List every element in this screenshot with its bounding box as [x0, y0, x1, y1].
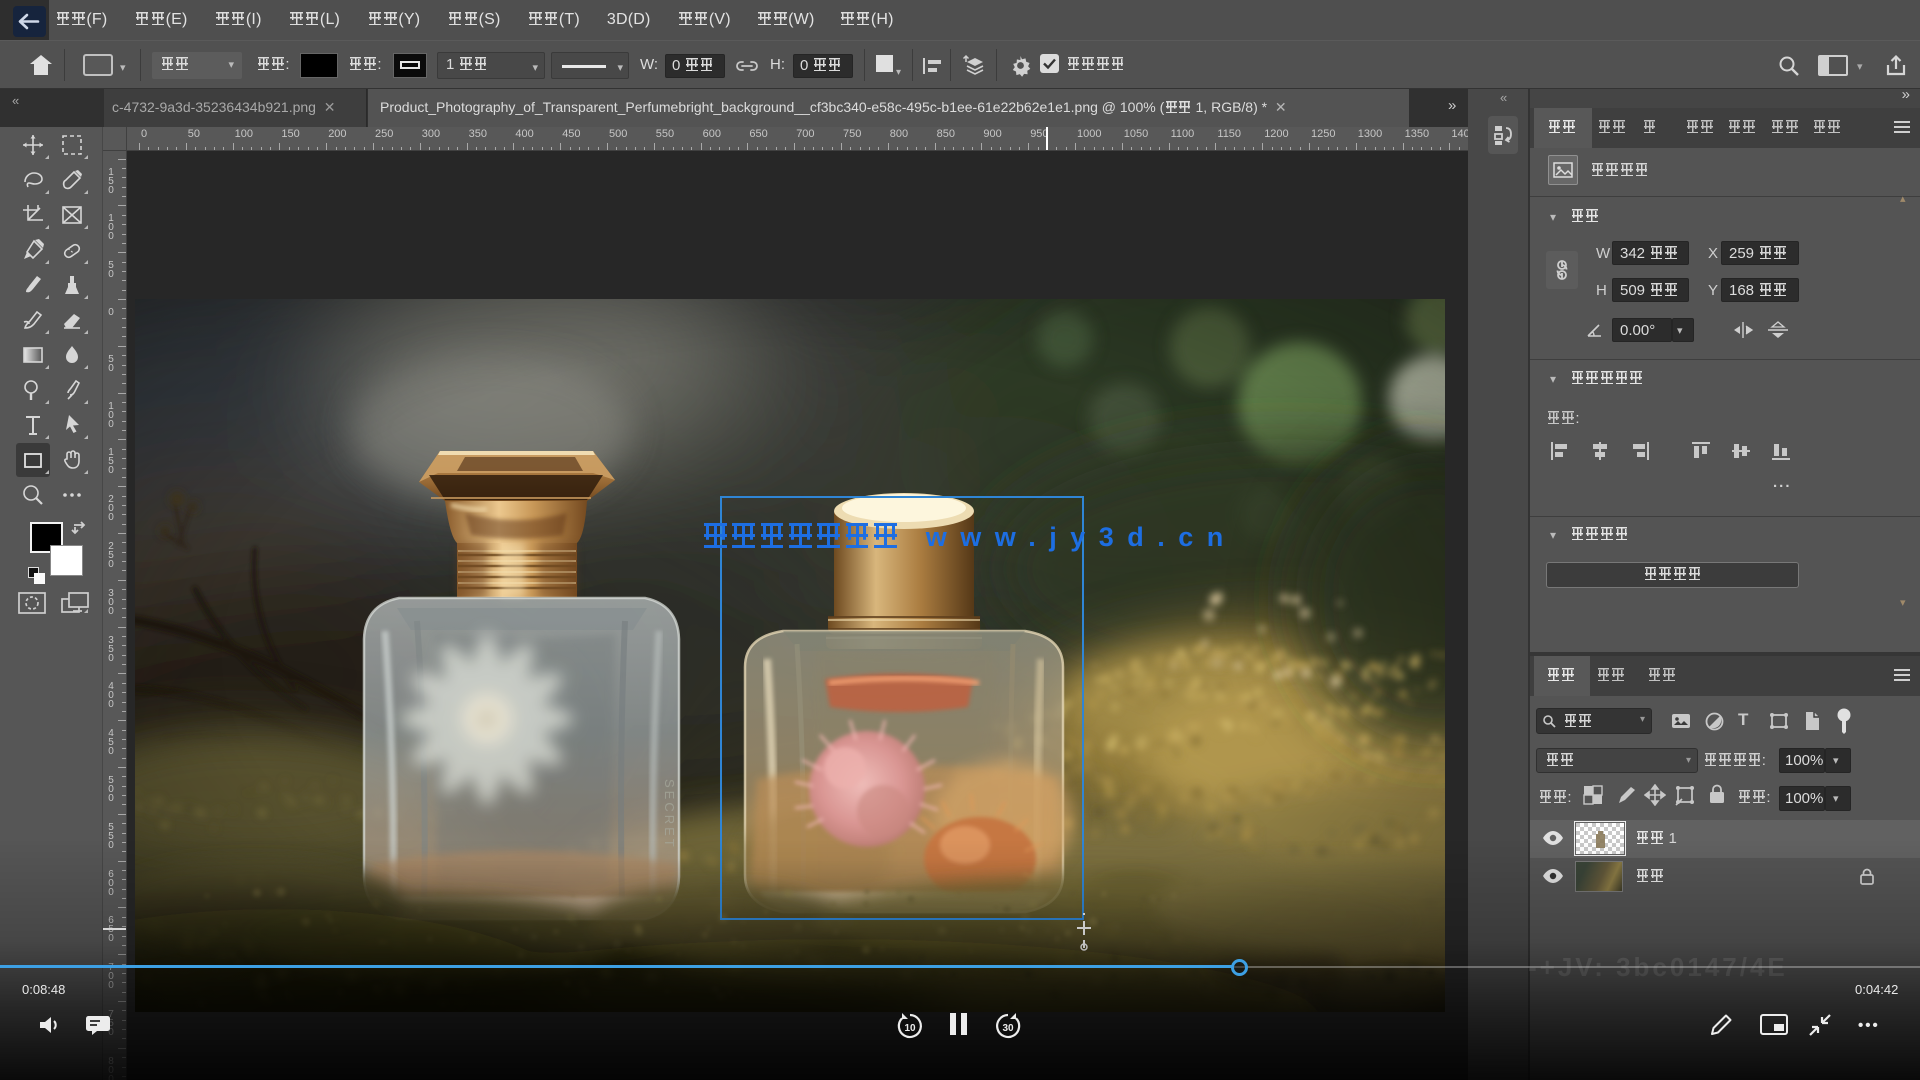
svg-text:30: 30 — [1002, 1023, 1014, 1034]
svg-text:10: 10 — [904, 1023, 916, 1034]
